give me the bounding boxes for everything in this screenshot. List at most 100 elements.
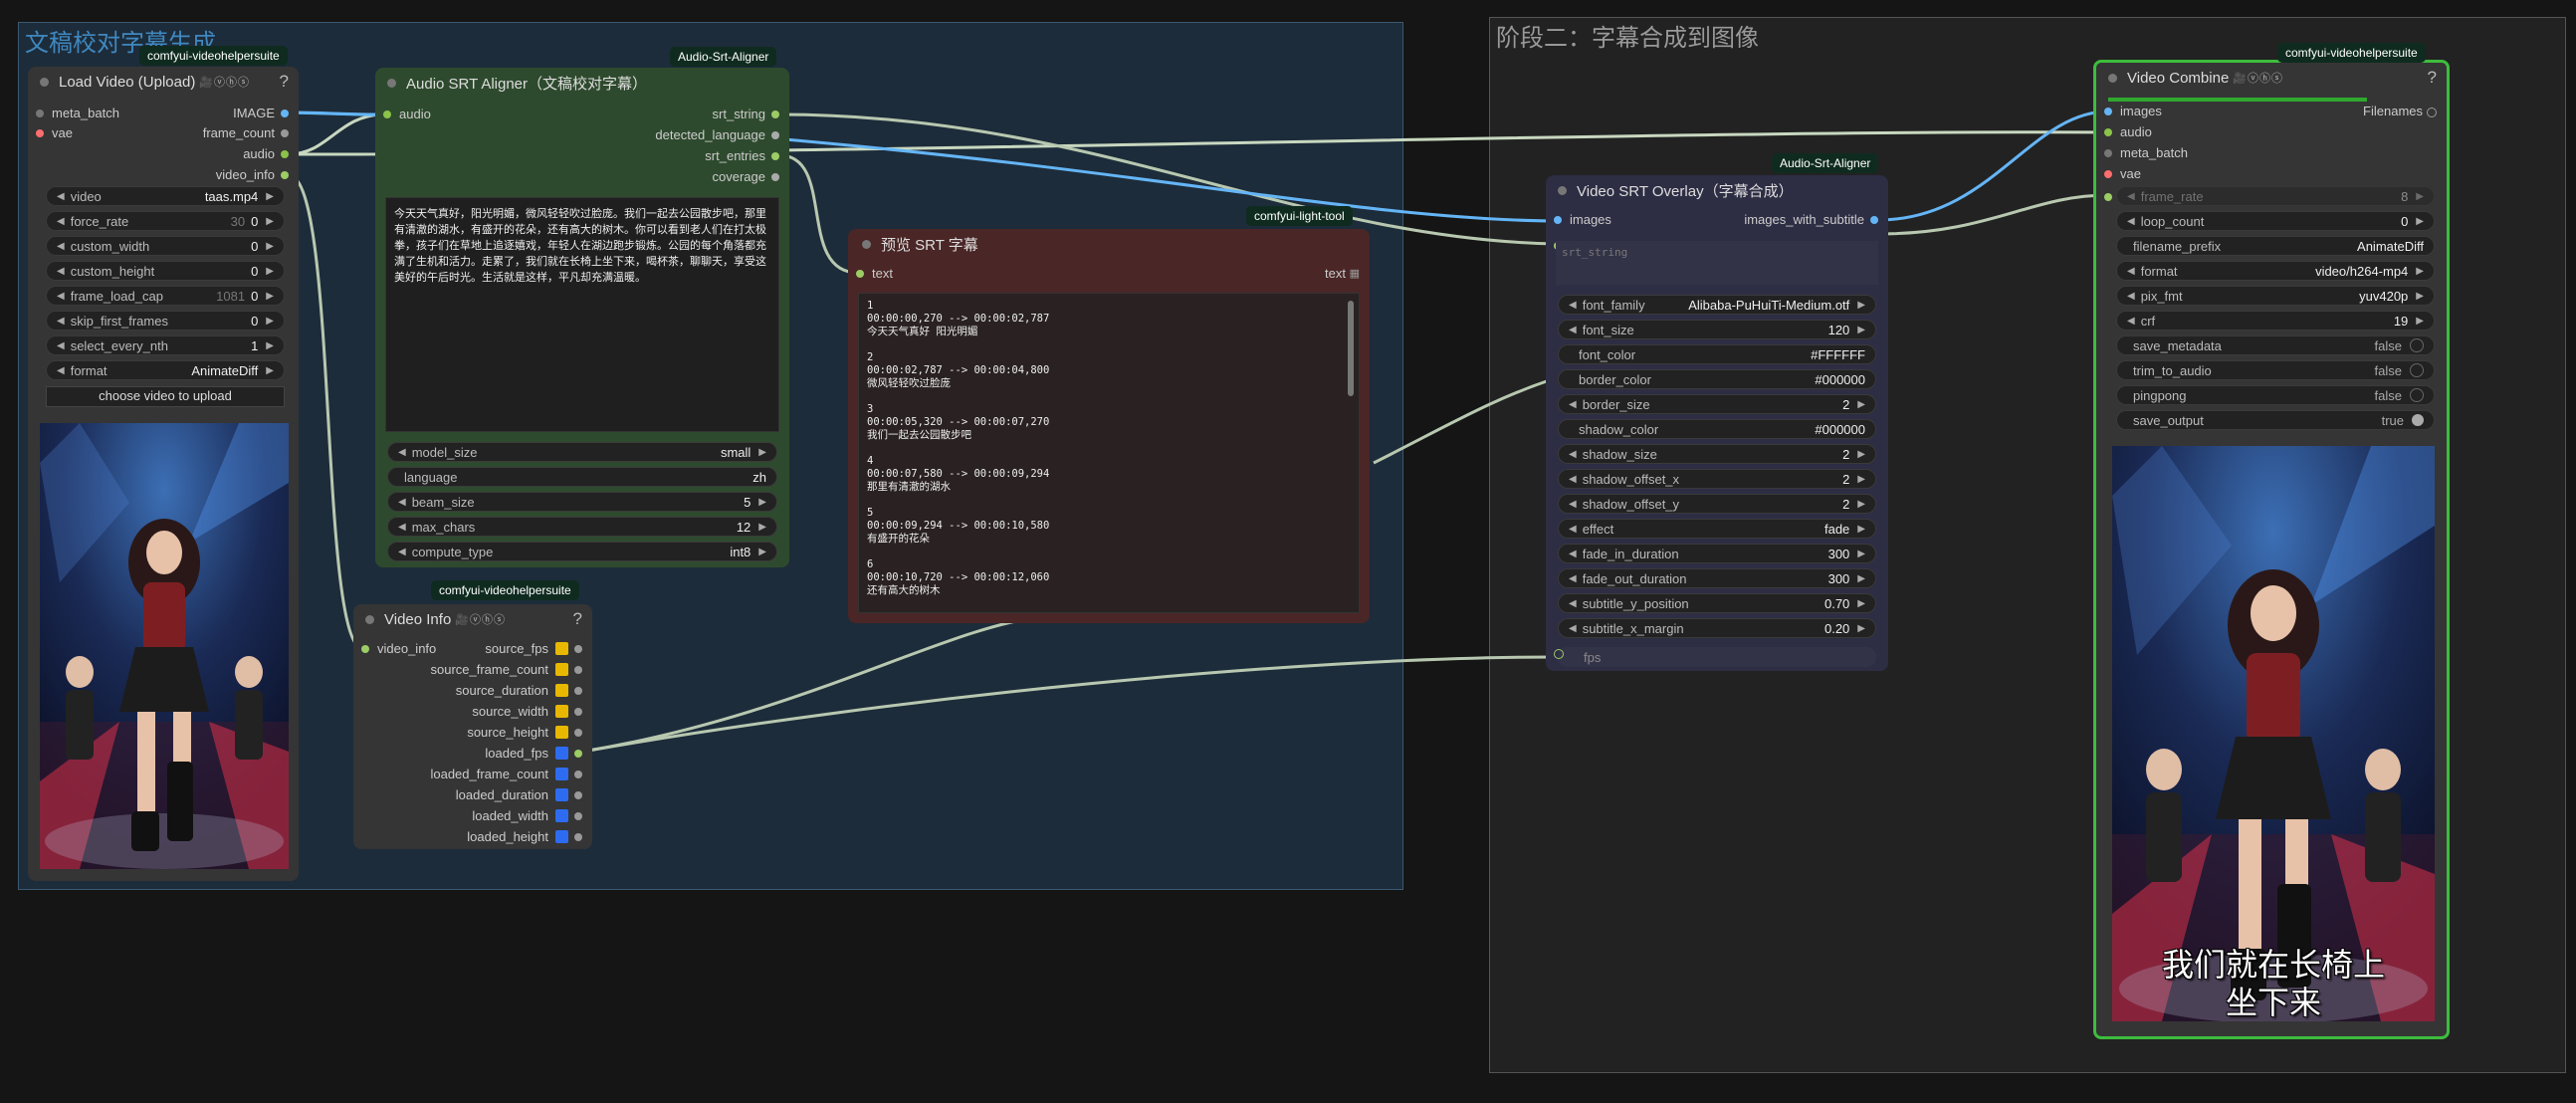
output-source-fps[interactable]: source_fps: [485, 640, 582, 658]
slot-dot[interactable]: [1870, 216, 1878, 224]
slot-dot[interactable]: [2104, 170, 2112, 178]
widget-subtitle-y-position[interactable]: ◀ subtitle_y_position 0.70 ▶: [1558, 593, 1876, 613]
node-header[interactable]: Video SRT Overlay（字幕合成）: [1546, 175, 1888, 205]
slot-dot[interactable]: [383, 110, 391, 118]
widget-border-color[interactable]: border_color #000000: [1558, 369, 1876, 389]
slot-dot[interactable]: [574, 645, 582, 653]
widget-shadow-offset-x[interactable]: ◀ shadow_offset_x 2 ▶: [1558, 469, 1876, 489]
node-audio-srt-aligner[interactable]: Audio SRT Aligner（文稿校对字幕） audio srt_stri…: [375, 68, 789, 567]
output-image[interactable]: IMAGE: [233, 105, 289, 122]
input-audio[interactable]: audio: [2104, 123, 2152, 141]
collapse-dot[interactable]: [365, 614, 374, 624]
widget-select-every-nth[interactable]: ◀ select_every_nth 1 ▶: [46, 335, 285, 355]
toggle-icon[interactable]: [2410, 338, 2424, 352]
collapse-dot[interactable]: [2108, 73, 2117, 83]
widget-effect[interactable]: ◀ effect fade ▶: [1558, 519, 1876, 539]
collapse-dot[interactable]: [40, 77, 49, 87]
help-icon[interactable]: ?: [280, 72, 289, 92]
slot-dot[interactable]: [574, 687, 582, 695]
slot-dot[interactable]: [574, 666, 582, 674]
widget-border-size[interactable]: ◀ border_size 2 ▶: [1558, 394, 1876, 414]
widget-video[interactable]: ◀ video taas.mp4 ▶: [46, 186, 285, 206]
widget-frame-load-cap[interactable]: ◀ frame_load_cap 1081 0 ▶: [46, 286, 285, 306]
output-loaded-duration[interactable]: loaded_duration: [456, 786, 582, 804]
widget-filename-prefix[interactable]: filename_prefix AnimateDiff: [2116, 236, 2435, 256]
collapse-dot[interactable]: [862, 239, 871, 249]
output-audio[interactable]: audio: [243, 145, 289, 163]
slot-dot[interactable]: [1554, 216, 1562, 224]
slot-dot[interactable]: [361, 645, 369, 653]
slot-dot[interactable]: [281, 150, 289, 158]
input-vae[interactable]: vae: [36, 124, 73, 142]
slot-dot[interactable]: [574, 708, 582, 716]
widget-crf[interactable]: ◀ crf 19 ▶: [2116, 311, 2435, 331]
output-source-duration[interactable]: source_duration: [456, 682, 582, 700]
widget-shadow-size[interactable]: ◀ shadow_size 2 ▶: [1558, 444, 1876, 464]
output-detected-language[interactable]: detected_language: [655, 126, 779, 144]
output-loaded-height[interactable]: loaded_height: [467, 828, 582, 846]
widget-subtitle-x-margin[interactable]: ◀ subtitle_x_margin 0.20 ▶: [1558, 618, 1876, 638]
widget-format[interactable]: ◀ format AnimateDiff ▶: [46, 360, 285, 380]
slot-dot[interactable]: [36, 129, 44, 137]
input-images[interactable]: images: [1554, 211, 1611, 229]
widget-font-size[interactable]: ◀ font_size 120 ▶: [1558, 320, 1876, 339]
slot-dot[interactable]: [281, 129, 289, 137]
output-text[interactable]: text ▦: [1325, 265, 1360, 283]
input-meta-batch[interactable]: meta_batch: [36, 105, 119, 122]
widget-fade-out-duration[interactable]: ◀ fade_out_duration 300 ▶: [1558, 568, 1876, 588]
node-header[interactable]: Audio SRT Aligner（文稿校对字幕）: [375, 68, 789, 98]
srt-string-input[interactable]: srt_string: [1556, 241, 1878, 285]
node-header[interactable]: Video Info 🎥ⓥⓗⓢ ?: [353, 604, 592, 634]
slot-dot[interactable]: [771, 152, 779, 160]
slot-dot[interactable]: [574, 791, 582, 799]
frame-rate-slot-dot[interactable]: [2104, 193, 2112, 201]
node-header[interactable]: Video Combine 🎥ⓥⓗⓢ ?: [2096, 63, 2447, 93]
node-header[interactable]: 预览 SRT 字幕: [848, 229, 1370, 259]
output-loaded-width[interactable]: loaded_width: [472, 807, 582, 825]
upload-button[interactable]: choose video to upload: [46, 386, 285, 407]
node-preview-srt[interactable]: 预览 SRT 字幕 text text ▦ 1 00:00:00,270 --> …: [848, 229, 1370, 623]
input-text[interactable]: text: [856, 265, 893, 283]
slot-dot[interactable]: [2104, 128, 2112, 136]
slot-dot[interactable]: [36, 110, 44, 117]
slot-dot[interactable]: [856, 270, 864, 278]
node-load-video[interactable]: Load Video (Upload) 🎥ⓥⓗⓢ ? meta_batch va…: [28, 67, 299, 881]
widget-shadow-offset-y[interactable]: ◀ shadow_offset_y 2 ▶: [1558, 494, 1876, 514]
help-icon[interactable]: ?: [573, 609, 582, 629]
slot-dot[interactable]: [2427, 108, 2437, 117]
widget-pix-fmt[interactable]: ◀ pix_fmt yuv420p ▶: [2116, 286, 2435, 306]
output-source-frame-count[interactable]: source_frame_count: [430, 661, 582, 679]
script-textarea[interactable]: 今天天气真好，阳光明媚，微风轻轻吹过脸庞。我们一起去公园散步吧，那里有清澈的湖水…: [385, 197, 779, 432]
toggle-icon[interactable]: [2412, 414, 2424, 426]
widget-loop-count[interactable]: ◀ loop_count 0 ▶: [2116, 211, 2435, 231]
widget-font-family[interactable]: ◀ font_family Alibaba-PuHuiTi-Medium.otf ▶: [1558, 295, 1876, 315]
output-filenames[interactable]: Filenames: [2363, 103, 2437, 120]
output-source-width[interactable]: source_width: [472, 703, 582, 721]
slot-dot[interactable]: [574, 729, 582, 737]
fps-slot-dot[interactable]: [1554, 649, 1564, 659]
input-images[interactable]: images: [2104, 103, 2162, 120]
widget-compute-type[interactable]: ◀ compute_type int8 ▶: [387, 542, 777, 561]
node-video-srt-overlay[interactable]: Video SRT Overlay（字幕合成） images images_wi…: [1546, 175, 1888, 671]
input-audio[interactable]: audio: [383, 106, 431, 123]
slot-dot[interactable]: [771, 173, 779, 181]
output-srt-entries[interactable]: srt_entries: [705, 147, 779, 165]
collapse-dot[interactable]: [1558, 185, 1567, 195]
output-srt-string[interactable]: srt_string: [713, 106, 779, 123]
widget-shadow-color[interactable]: shadow_color #000000: [1558, 419, 1876, 439]
slot-dot[interactable]: [574, 750, 582, 758]
slot-dot[interactable]: [281, 110, 289, 117]
slot-dot[interactable]: [281, 171, 289, 179]
node-header[interactable]: Load Video (Upload) 🎥ⓥⓗⓢ ?: [28, 67, 299, 97]
widget-pingpong[interactable]: pingpong false: [2116, 385, 2435, 405]
input-meta-batch[interactable]: meta_batch: [2104, 144, 2188, 162]
slot-dot[interactable]: [2104, 108, 2112, 115]
widget-model-size[interactable]: ◀ model_size small ▶: [387, 442, 777, 462]
slot-dot[interactable]: [574, 812, 582, 820]
output-images-with-subtitle[interactable]: images_with_subtitle: [1744, 211, 1878, 229]
widget-save-output[interactable]: save_output true: [2116, 410, 2435, 430]
widget-force-rate[interactable]: ◀ force_rate 30 0 ▶: [46, 211, 285, 231]
node-video-info[interactable]: Video Info 🎥ⓥⓗⓢ ? video_info source_fps s…: [353, 604, 592, 849]
toggle-icon[interactable]: [2410, 388, 2424, 402]
help-icon[interactable]: ?: [2428, 68, 2437, 88]
